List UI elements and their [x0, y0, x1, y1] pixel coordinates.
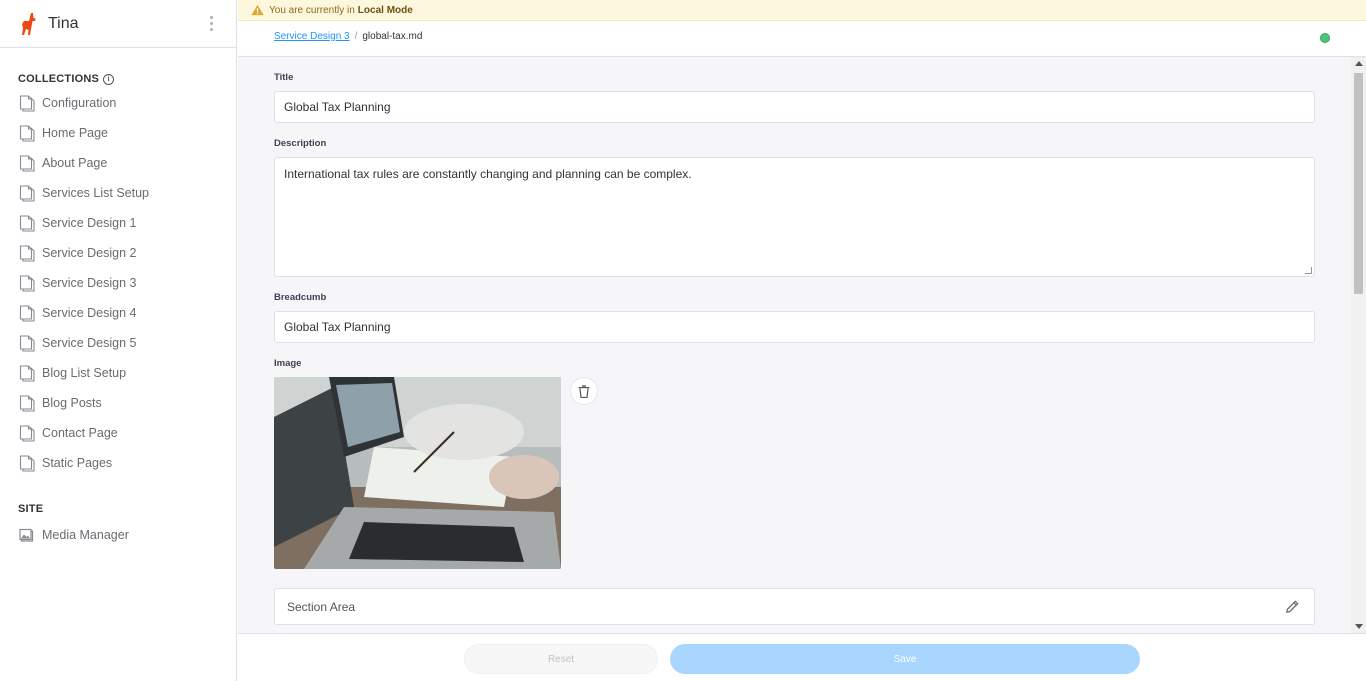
- sidebar-item-label: Blog Posts: [42, 396, 102, 410]
- sidebar-item-about-page[interactable]: About Page: [0, 148, 236, 178]
- description-textarea[interactable]: International tax rules are constantly c…: [274, 157, 1315, 277]
- document-icon: [19, 214, 35, 232]
- document-icon: [19, 244, 35, 262]
- sidebar-item-blog-list-setup[interactable]: Blog List Setup: [0, 358, 236, 388]
- sidebar-item-service-design-1[interactable]: Service Design 1: [0, 208, 236, 238]
- title-label: Title: [274, 72, 294, 83]
- site-title: SITE: [18, 503, 44, 515]
- app-title: Tina: [48, 14, 79, 32]
- collections-heading: COLLECTIONS i: [0, 73, 236, 85]
- document-icon: [19, 394, 35, 412]
- sidebar-item-label: Services List Setup: [42, 186, 149, 200]
- document-icon: [19, 304, 35, 322]
- breadcrumb-field-label: Breadcumb: [274, 292, 327, 303]
- office-laptops-photo: [274, 377, 561, 569]
- banner-mode: Local Mode: [357, 4, 413, 16]
- collections-list: Configuration Home Page About Page Services…: [0, 88, 236, 478]
- document-icon: [19, 424, 35, 442]
- sidebar-item-label: Service Design 2: [42, 246, 137, 260]
- sidebar-item-label: Service Design 3: [42, 276, 137, 290]
- image-preview[interactable]: [274, 377, 561, 569]
- sidebar-item-label: Service Design 4: [42, 306, 137, 320]
- sidebar-item-configuration[interactable]: Configuration: [0, 88, 236, 118]
- sidebar-item-label: Media Manager: [42, 528, 129, 542]
- site-heading: SITE: [0, 503, 236, 515]
- form-area: Title Global Tax Planning Description In…: [238, 57, 1351, 633]
- breadcrumb: Service Design 3 / global-tax.md: [274, 31, 422, 42]
- save-button[interactable]: Save: [670, 644, 1140, 674]
- sidebar-item-service-design-3[interactable]: Service Design 3: [0, 268, 236, 298]
- sidebar-item-label: Blog List Setup: [42, 366, 127, 380]
- breadcrumb-separator: /: [354, 31, 358, 42]
- banner-text: You are currently in: [269, 4, 355, 16]
- sidebar-item-label: Home Page: [42, 126, 109, 140]
- document-icon: [19, 154, 35, 172]
- section-area-group[interactable]: Section Area: [274, 588, 1315, 625]
- document-icon: [19, 94, 35, 112]
- info-icon[interactable]: i: [103, 73, 115, 85]
- sidebar-item-contact-page[interactable]: Contact Page: [0, 418, 236, 448]
- sidebar-item-media-manager[interactable]: Media Manager: [0, 520, 236, 550]
- delete-image-button[interactable]: [570, 377, 598, 405]
- sidebar-item-services-list-setup[interactable]: Services List Setup: [0, 178, 236, 208]
- scroll-up-icon[interactable]: [1355, 61, 1363, 66]
- description-label: Description: [274, 138, 327, 149]
- sidebar-item-label: About Page: [42, 156, 108, 170]
- reset-button[interactable]: Reset: [464, 644, 658, 674]
- sidebar-item-static-pages[interactable]: Static Pages: [0, 448, 236, 478]
- scrollbar-thumb[interactable]: [1354, 73, 1363, 294]
- document-icon: [19, 184, 35, 202]
- document-topbar: Service Design 3 / global-tax.md: [238, 21, 1366, 57]
- resize-handle-icon[interactable]: [1305, 267, 1312, 274]
- media-icon: [19, 528, 34, 542]
- sidebar-item-blog-posts[interactable]: Blog Posts: [0, 388, 236, 418]
- sidebar-item-service-design-4[interactable]: Service Design 4: [0, 298, 236, 328]
- description-text: International tax rules are constantly c…: [284, 167, 692, 181]
- title-input[interactable]: Global Tax Planning: [274, 91, 1315, 123]
- document-icon: [19, 364, 35, 382]
- sidebar-item-label: Configuration: [42, 96, 117, 110]
- sidebar: Tina COLLECTIONS i Configuration Home Pag…: [0, 0, 237, 681]
- scroll-down-icon[interactable]: [1355, 624, 1363, 629]
- sidebar-item-service-design-2[interactable]: Service Design 2: [0, 238, 236, 268]
- sidebar-item-label: Contact Page: [42, 426, 118, 440]
- form-footer: Reset Save: [238, 633, 1366, 681]
- sidebar-item-label: Service Design 5: [42, 336, 137, 350]
- document-icon: [19, 334, 35, 352]
- breadcrumb-filename: global-tax.md: [362, 31, 423, 42]
- document-icon: [19, 274, 35, 292]
- form-scrollbar[interactable]: [1351, 57, 1366, 633]
- section-area-label: Section Area: [287, 599, 356, 614]
- collections-title: COLLECTIONS: [18, 73, 100, 85]
- sidebar-item-label: Static Pages: [42, 456, 113, 470]
- document-icon: [19, 124, 35, 142]
- document-icon: [19, 454, 35, 472]
- warning-icon: [251, 4, 264, 16]
- connection-status-dot: [1320, 33, 1330, 43]
- more-options-icon[interactable]: [210, 16, 214, 31]
- sidebar-item-service-design-5[interactable]: Service Design 5: [0, 328, 236, 358]
- trash-icon: [578, 384, 590, 398]
- breadcrumb-parent-link[interactable]: Service Design 3: [274, 31, 350, 42]
- local-mode-banner: You are currently in Local Mode: [238, 0, 1366, 21]
- sidebar-item-home-page[interactable]: Home Page: [0, 118, 236, 148]
- breadcrumb-input[interactable]: Global Tax Planning: [274, 311, 1315, 343]
- pencil-icon[interactable]: [1285, 599, 1300, 614]
- sidebar-item-label: Service Design 1: [42, 216, 137, 230]
- sidebar-header: Tina: [0, 0, 236, 48]
- image-label: Image: [274, 358, 302, 369]
- tina-llama-logo-icon: [22, 12, 36, 35]
